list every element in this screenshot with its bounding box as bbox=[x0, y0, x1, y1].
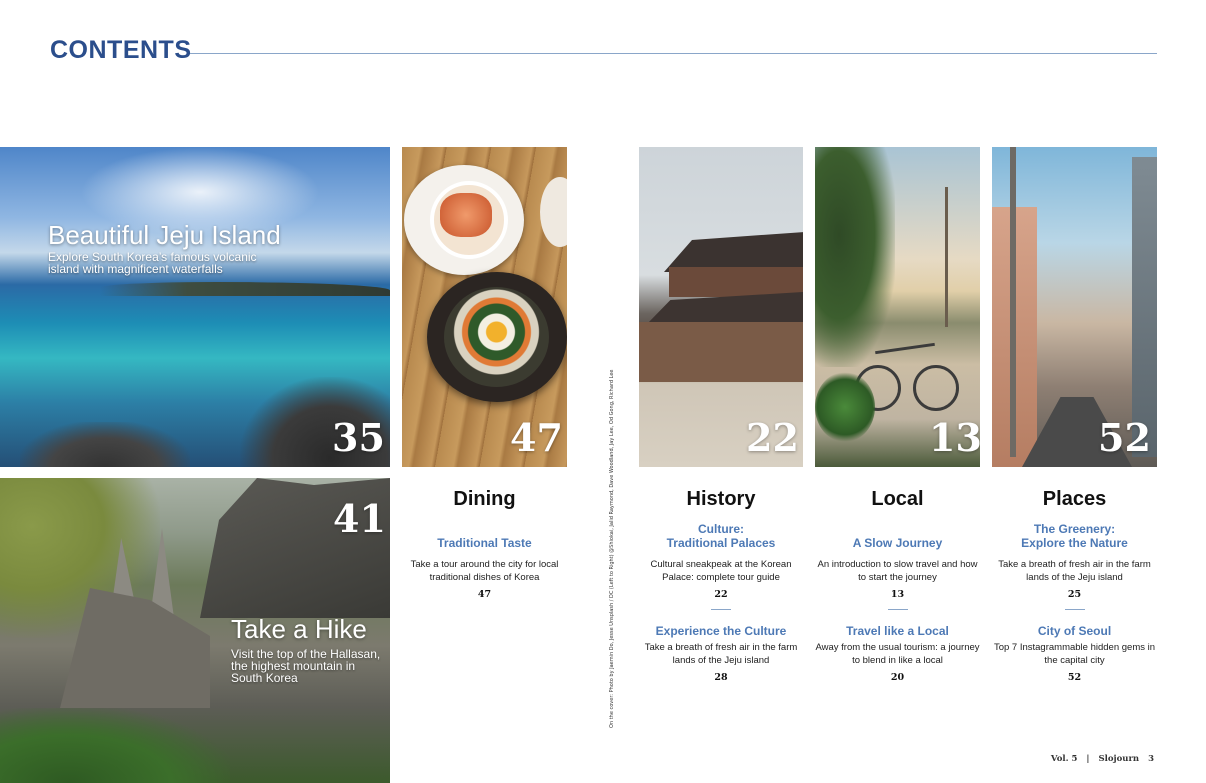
article-desc: Cultural sneakpeak at the Korean Palace:… bbox=[639, 558, 803, 584]
section-heading: Places bbox=[1042, 488, 1107, 510]
hike-photo[interactable]: 41 Take a Hike Visit the top of the Hall… bbox=[0, 478, 390, 783]
desc-line: An introduction to slow travel and how bbox=[817, 559, 978, 570]
title-line: The Greenery: bbox=[1033, 522, 1116, 536]
article-entry[interactable]: A Slow Journey An introduction to slow t… bbox=[815, 536, 980, 600]
photo-credits: On the cover: Photo by Jaemin Do, Jesse … bbox=[601, 369, 619, 729]
article-entry[interactable]: Traditional Taste Take a tour around the… bbox=[402, 536, 567, 600]
article-title[interactable]: Culture: Traditional Palaces bbox=[639, 522, 803, 550]
hike-title: Take a Hike bbox=[231, 614, 367, 644]
hike-page-number: 41 bbox=[333, 496, 386, 541]
article-title[interactable]: Travel like a Local bbox=[815, 624, 980, 638]
history-page-number: 22 bbox=[746, 415, 799, 460]
article-entry[interactable]: The Greenery: Explore the Nature Take a … bbox=[992, 522, 1157, 600]
kimchi bbox=[440, 193, 492, 237]
history-photo[interactable]: 22 bbox=[639, 147, 803, 467]
trees bbox=[815, 147, 895, 367]
article-title[interactable]: City of Seoul bbox=[992, 624, 1157, 638]
divider bbox=[711, 609, 731, 610]
bicycle-wheel bbox=[913, 365, 959, 411]
article-desc: Away from the usual tourism: a journey t… bbox=[815, 641, 980, 667]
dining-page-number: 47 bbox=[510, 415, 563, 460]
article-desc: Take a breath of fresh air in the farm l… bbox=[639, 641, 803, 667]
utility-pole bbox=[945, 187, 948, 327]
desc-line: Away from the usual tourism: a journey bbox=[815, 642, 980, 653]
article-entry[interactable]: City of Seoul Top 7 Instagrammable hidde… bbox=[992, 624, 1157, 683]
coastal-rocks bbox=[20, 422, 190, 467]
local-page-number: 13 bbox=[929, 415, 980, 460]
article-page: 28 bbox=[714, 672, 728, 683]
desc-line: traditional dishes of Korea bbox=[429, 572, 540, 583]
article-page: 25 bbox=[1067, 589, 1082, 600]
article-page: 20 bbox=[890, 672, 905, 683]
jeju-title: Beautiful Jeju Island bbox=[48, 220, 281, 250]
article-entry[interactable]: Travel like a Local Away from the usual … bbox=[815, 624, 980, 683]
footer-page-number: 3 bbox=[1148, 754, 1154, 764]
jeju-desc-line: island with magnificent waterfalls bbox=[48, 262, 223, 276]
jeju-island-photo[interactable]: Beautiful Jeju Island Explore South Kore… bbox=[0, 147, 390, 467]
desc-line: to blend in like a local bbox=[852, 655, 943, 666]
bush bbox=[815, 372, 875, 442]
article-page: 52 bbox=[1067, 672, 1082, 683]
article-page: 47 bbox=[477, 589, 492, 600]
title-line: Traditional Palaces bbox=[666, 536, 776, 550]
palace-base bbox=[639, 322, 803, 382]
article-desc: An introduction to slow travel and how t… bbox=[815, 558, 980, 584]
divider bbox=[1064, 609, 1085, 610]
title-line: Culture: bbox=[698, 522, 744, 536]
divider bbox=[887, 609, 908, 610]
footer-divider: | bbox=[1086, 754, 1090, 764]
places-photo[interactable]: 52 bbox=[992, 147, 1157, 467]
desc-line: Take a breath of fresh air in the farm bbox=[644, 642, 798, 653]
desc-line: Take a breath of fresh air in the farm bbox=[998, 559, 1151, 570]
article-title[interactable]: Experience the Culture bbox=[639, 624, 803, 638]
building bbox=[1132, 157, 1157, 457]
section-local: Local A Slow Journey An introduction to … bbox=[815, 488, 980, 683]
photo-credits-text: On the cover: Photo by Jaemin Do, Jesse … bbox=[609, 369, 615, 729]
header-rule bbox=[190, 53, 1157, 54]
article-desc: Take a tour around the city for local tr… bbox=[402, 558, 567, 584]
article-desc: Take a breath of fresh air in the farm l… bbox=[992, 558, 1157, 584]
desc-line: Palace: complete tour guide bbox=[662, 572, 780, 583]
section-heading: Local bbox=[871, 488, 924, 510]
section-history: History Culture: Traditional Palaces Cul… bbox=[639, 488, 803, 683]
desc-line: Cultural sneakpeak at the Korean bbox=[650, 559, 792, 570]
hike-desc-line: South Korea bbox=[231, 671, 298, 685]
desc-line: lands of the Jeju island bbox=[672, 655, 770, 666]
palace-wall bbox=[669, 267, 803, 297]
jeju-desc: Explore South Korea’s famous volcanic is… bbox=[48, 251, 257, 275]
article-title[interactable]: A Slow Journey bbox=[815, 536, 980, 550]
volume-label: Vol. 5 bbox=[1050, 754, 1078, 764]
section-places: Places The Greenery: Explore the Nature … bbox=[992, 488, 1157, 683]
dining-photo[interactable]: 47 bbox=[402, 147, 567, 467]
section-dining: Dining Traditional Taste Take a tour aro… bbox=[402, 488, 567, 600]
distant-land bbox=[100, 282, 390, 296]
article-desc: Top 7 Instagrammable hidden gems in the … bbox=[992, 641, 1157, 667]
forest bbox=[0, 708, 230, 783]
section-heading: History bbox=[686, 488, 756, 510]
desc-line: lands of the Jeju island bbox=[1026, 572, 1123, 583]
page-footer: Vol. 5 | Slojourn 3 bbox=[1048, 754, 1157, 764]
page-title: CONTENTS bbox=[50, 36, 192, 64]
article-title[interactable]: Traditional Taste bbox=[402, 536, 567, 550]
bibimbap bbox=[444, 287, 549, 387]
section-heading: Dining bbox=[453, 488, 516, 510]
article-page: 13 bbox=[890, 589, 905, 600]
desc-line: Top 7 Instagrammable hidden gems in bbox=[993, 642, 1156, 653]
utility-pole bbox=[1010, 147, 1016, 457]
brand-name: Slojourn bbox=[1098, 754, 1140, 764]
palace-roof bbox=[664, 232, 803, 272]
hike-desc: Visit the top of the Hallasan, the highe… bbox=[231, 648, 380, 684]
desc-line: Take a tour around the city for local bbox=[410, 559, 559, 570]
article-entry[interactable]: Culture: Traditional Palaces Cultural sn… bbox=[639, 522, 803, 600]
article-title[interactable]: The Greenery: Explore the Nature bbox=[992, 522, 1157, 550]
desc-line: the capital city bbox=[1044, 655, 1105, 666]
article-page: 22 bbox=[714, 589, 728, 600]
places-page-number: 52 bbox=[1098, 415, 1151, 460]
title-line: Explore the Nature bbox=[1021, 536, 1128, 550]
desc-line: to start the journey bbox=[858, 572, 937, 583]
article-entry[interactable]: Experience the Culture Take a breath of … bbox=[639, 624, 803, 683]
jeju-page-number: 35 bbox=[332, 415, 385, 460]
side-bowl bbox=[540, 177, 567, 247]
local-photo[interactable]: 13 bbox=[815, 147, 980, 467]
